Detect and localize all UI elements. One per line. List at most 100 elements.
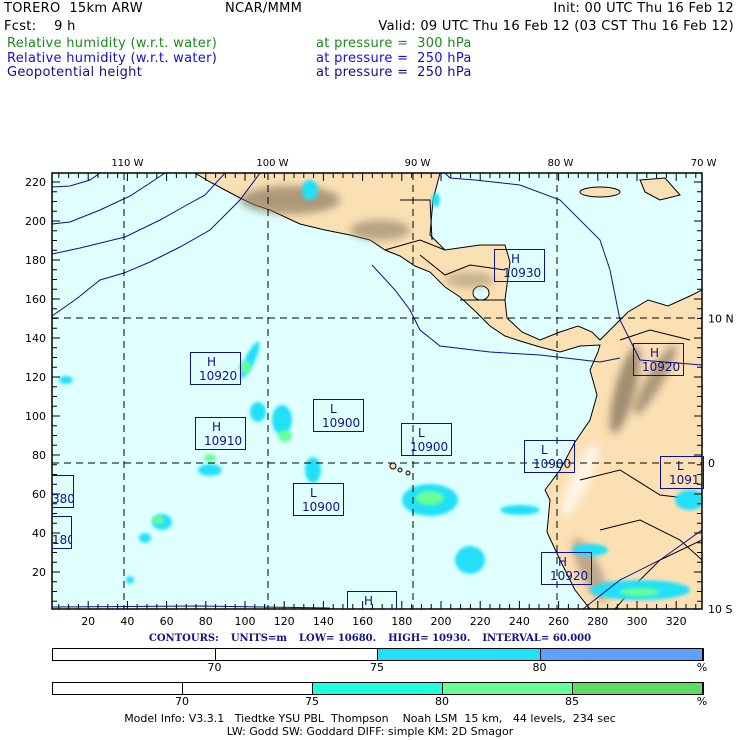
low-marker: L 10900 [313,399,364,432]
x-tick-label: 100 [235,615,256,628]
contours-high: HIGH= 10930. [388,633,471,644]
marker-value: 10900 [302,500,341,514]
longitude-label: 70 W [691,158,717,169]
marker-value: 380 [52,492,74,506]
contours-units: UNITS=m [230,633,287,644]
x-tick-label: 40 [120,615,134,628]
colorbar-segment [540,649,703,660]
colorbar-segment [443,683,573,694]
longitude-label: 110 W [111,158,143,169]
low-marker: L 10900 [524,440,575,473]
colorbar-segment [53,649,216,660]
contours-title: CONTOURS: [148,633,219,644]
lake-nicaragua [472,285,490,301]
model-info-line2: LW: Godd SW: Goddard DIFF: simple KM: 2D… [226,725,514,738]
marker-letter: H [207,355,217,369]
y-tick-label: 220 [25,176,46,189]
colorbar-segment [183,683,313,694]
x-tick-label: 80 [199,615,213,628]
marker-letter: H [650,346,660,360]
high-marker: H [347,591,397,610]
x-tick-label: 300 [627,615,648,628]
colorbar-label: 80 [532,661,547,674]
x-tick-label: 260 [548,615,569,628]
x-tick-label: 180 [391,615,412,628]
marker-letter: L [677,459,684,473]
colorbar-label: 75 [305,695,319,708]
x-tick-label: 240 [509,615,530,628]
high-marker: H 10920 [190,352,241,385]
marker-value: 10900 [410,440,449,454]
marker-value: 1091 [669,473,700,487]
marker-value: 10920 [642,360,681,374]
y-tick-label: 180 [25,254,46,267]
y-tick-label: 200 [25,215,46,228]
latitude-label: 10 N [708,313,734,326]
x-tick-label: 120 [274,615,295,628]
longitude-label: 90 W [405,158,431,169]
y-tick-label: 40 [32,527,46,540]
partial-marker: 380 [52,475,74,508]
marker-letter: H [212,420,222,434]
model-info-line1: Model Info: V3.3.1 Tiedtke YSU PBL Thomp… [124,712,616,725]
low-marker: L 1091 [660,456,704,489]
colorbar-label: 70 [207,661,222,674]
colorbar-segment [378,649,541,660]
high-marker: H 10920 [633,343,684,376]
colorbar-rh-300 [52,682,704,695]
marker-letter: L [310,486,317,500]
marker-letter: L [418,426,425,440]
y-tick-label: 140 [25,332,46,345]
y-tick-label: 100 [25,410,46,423]
marker-letter: H [558,555,568,569]
y-tick-label: 20 [32,566,46,579]
x-tick-label: 20 [81,615,95,628]
colorbar-label: 80 [435,695,449,708]
x-tick-label: 200 [431,615,452,628]
high-marker: H 10930 [494,249,545,282]
colorbar-label: % [696,695,708,708]
colorbar-label: % [696,661,708,674]
high-marker: H 10920 [541,552,592,585]
longitude-label: 100 W [256,158,288,169]
latitude-label: 10 S [708,603,732,616]
longitude-label: 80 W [548,158,574,169]
partial-marker: 180 [52,516,72,549]
marker-letter: L [330,402,337,416]
low-marker: L 10900 [293,483,344,516]
x-tick-label: 160 [352,615,373,628]
contours-low: LOW= 10680. [298,633,377,644]
marker-value: 10930 [503,266,542,280]
island-cuba [579,186,621,198]
colorbar-segment [215,649,378,660]
contours-interval: INTERVAL= 60.000 [482,633,592,644]
weather-map: 20 40 60 80 100 120 140 160 180 200 220 240 260 280 30… [25,158,734,628]
colorbar-segment [573,683,703,694]
y-tick-label: 120 [25,371,46,384]
marker-letter: L [541,443,548,457]
low-marker: L 10900 [401,423,452,456]
x-tick-label: 140 [313,615,334,628]
colorbar-label: 70 [175,695,189,708]
y-tick-label: 160 [25,293,46,306]
colorbar-segment [53,683,183,694]
colorbar-label: 85 [565,695,579,708]
colorbar-rh-250 [52,648,704,661]
marker-value: 10920 [199,369,238,383]
y-tick-label: 80 [32,449,46,462]
marker-letter: H [511,252,521,266]
x-tick-label: 320 [666,615,687,628]
x-tick-label: 280 [587,615,608,628]
marker-value: 10910 [204,434,243,448]
x-tick-label: 220 [470,615,491,628]
high-marker: H 10910 [195,417,246,450]
latitude-label: 0 [708,457,715,470]
marker-value: 10920 [550,569,589,583]
contour-info: CONTOURS: UNITS=m LOW= 10680. HIGH= 10930. I… [0,633,740,644]
y-tick-label: 60 [32,488,46,501]
colorbar-label: 75 [370,661,384,674]
x-tick-label: 60 [160,615,174,628]
colorbar-segment [313,683,443,694]
marker-value: 10900 [533,457,572,471]
marker-value: 10900 [322,416,361,430]
